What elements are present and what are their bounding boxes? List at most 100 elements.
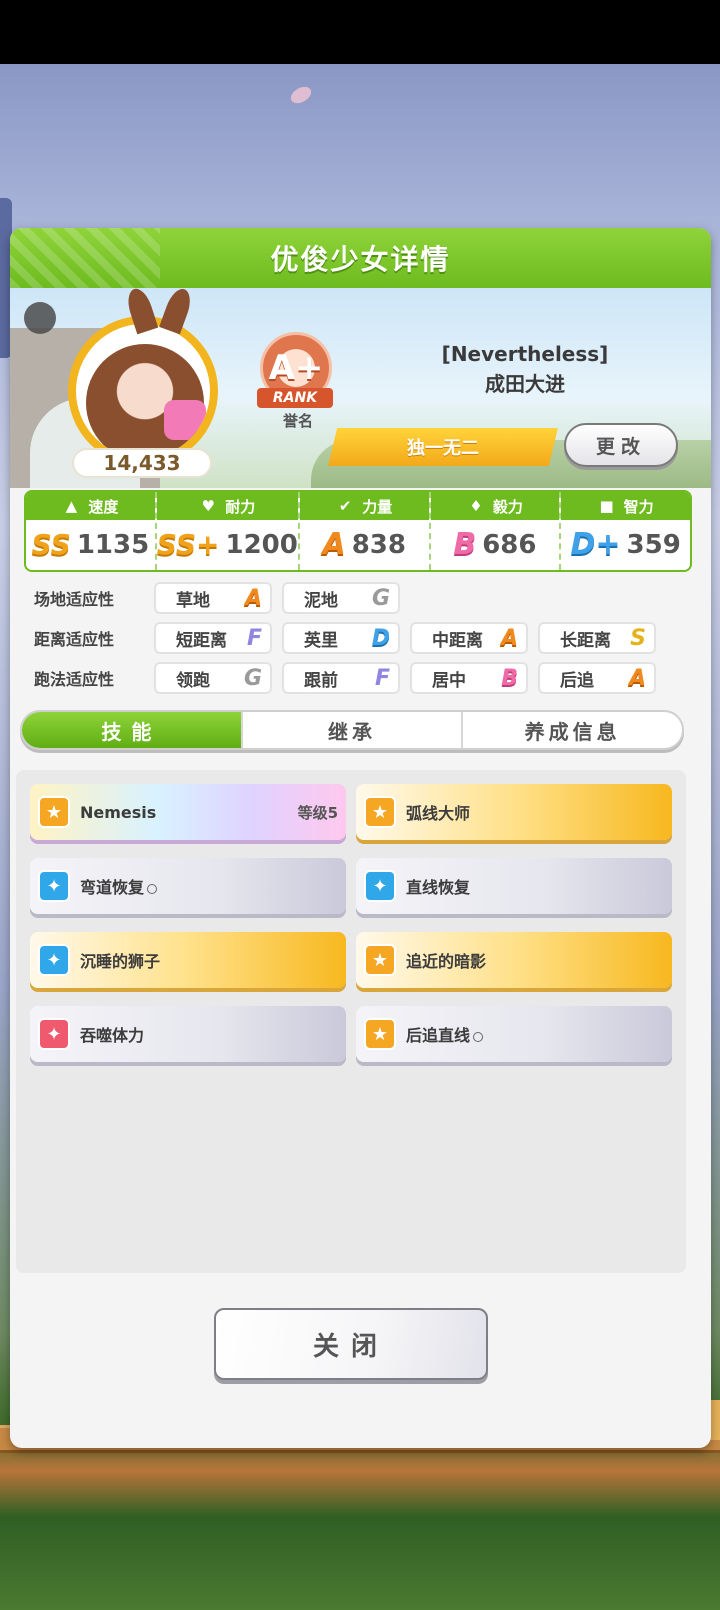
circle-mark-icon	[147, 883, 158, 894]
stat-speed: ▲ 速度 SS 1135	[26, 492, 157, 570]
aptitude-label: 距离适应性	[34, 630, 115, 649]
skill-item[interactable]: ✦ 直线恢复	[356, 858, 672, 914]
skill-name: 沉睡的狮子	[80, 952, 161, 971]
stat-grade: D+	[570, 527, 621, 562]
skill-name: 后追直线	[406, 1022, 664, 1046]
stat-grade: A	[322, 527, 346, 562]
skill-name: Nemesis	[80, 802, 157, 822]
tab-skills[interactable]: 技能	[22, 712, 241, 748]
stat-value: 359	[626, 530, 681, 560]
speed-skill-icon: ★	[38, 796, 70, 828]
skill-item[interactable]: ★ 追近的暗影	[356, 932, 672, 988]
skill-name: 弯道恢复	[80, 874, 338, 898]
stat-label: 耐力	[225, 497, 256, 516]
skill-name: 弧线大师	[406, 804, 471, 823]
detail-tabs: 技能 继承 养成信息	[20, 710, 684, 750]
dialog-title: 优俊少女详情	[270, 243, 451, 276]
aptitude-name: 跟前	[304, 670, 338, 691]
shoe-icon: ▲	[65, 497, 78, 515]
stat-label: 速度	[88, 497, 119, 516]
tab-training-info[interactable]: 养成信息	[461, 712, 682, 748]
circle-mark-icon	[473, 1031, 484, 1042]
recovery-skill-icon: ✦	[364, 870, 396, 902]
speed-skill-icon: ★	[364, 944, 396, 976]
speed-skill-icon: ★	[364, 796, 396, 828]
aptitude-grade: F	[374, 665, 390, 691]
stat-header: ♦ 毅力	[430, 492, 560, 520]
carrot-icon	[24, 302, 56, 334]
speed-skill-icon: ★	[364, 1018, 396, 1050]
skill-item[interactable]: ✦ 吞噬体力	[30, 1006, 346, 1062]
close-button[interactable]: 关闭	[214, 1308, 488, 1380]
stat-header: ■ 智力	[561, 492, 690, 520]
flame-icon: ♦	[469, 497, 483, 515]
stat-label: 力量	[362, 497, 393, 516]
petal-decoration	[287, 83, 315, 107]
aptitude-row-strategy: 跑法适应性 领跑 G 跟前 F 居中 B 后追 A	[34, 662, 666, 694]
aptitude-grade: A	[500, 625, 518, 651]
stat-grade: B	[453, 527, 477, 562]
aptitude-name: 中距离	[432, 630, 483, 651]
trainee-detail-dialog: 优俊少女详情 14,433 A+ RANK 誉名 [Nevertheless] …	[10, 228, 711, 1448]
header-pattern	[10, 228, 160, 288]
aptitude-cell: 泥地 G	[282, 582, 400, 614]
aptitude-cell: 领跑 G	[154, 662, 272, 694]
skill-item[interactable]: ✦ 弯道恢复	[30, 858, 346, 914]
dialog-header: 优俊少女详情	[10, 228, 711, 288]
skill-item[interactable]: ★ 弧线大师	[356, 784, 672, 840]
trainee-name: 成田大进	[485, 372, 565, 396]
stat-header: ♥ 耐力	[156, 492, 298, 520]
avatar[interactable]	[68, 316, 218, 466]
graduation-cap-icon: ■	[599, 497, 614, 515]
change-title-button[interactable]: 更改	[564, 423, 678, 467]
aptitude-cell: 跟前 F	[282, 662, 400, 694]
stat-body: A 838	[300, 520, 429, 570]
fan-count: 14,433	[72, 448, 212, 478]
rank-grade: A+	[268, 348, 324, 388]
skill-name-text: 弯道恢复	[80, 878, 145, 897]
aptitude-grade: B	[501, 665, 518, 691]
stat-wisdom: ■ 智力 D+ 359	[561, 492, 690, 570]
tab-inheritance[interactable]: 继承	[240, 712, 462, 748]
stat-label: 智力	[623, 497, 654, 516]
skill-item[interactable]: ★ 后追直线	[356, 1006, 672, 1062]
aptitude-grade: A	[244, 585, 262, 611]
aptitude-name: 英里	[304, 630, 338, 651]
aptitude-name: 草地	[176, 590, 210, 611]
profile-section: 14,433 A+ RANK 誉名 [Nevertheless] 成田大进 独一…	[10, 285, 711, 488]
stat-label: 毅力	[492, 497, 523, 516]
aptitude-grade: G	[243, 665, 262, 691]
aptitude-grade: D	[371, 625, 390, 651]
aptitude-grade: S	[630, 625, 646, 651]
horse-ears	[122, 285, 202, 336]
stat-body: D+ 359	[561, 520, 690, 570]
skill-name-text: 后追直线	[406, 1026, 471, 1045]
status-bar	[0, 0, 720, 64]
stat-grade: SS	[31, 528, 71, 561]
stat-header: ✔ 力量	[299, 492, 429, 520]
aptitude-cell: 草地 A	[154, 582, 272, 614]
aptitude-name: 长距离	[560, 630, 611, 651]
debuff-skill-icon: ✦	[38, 1018, 70, 1050]
aptitude-cell: 居中 B	[410, 662, 528, 694]
skill-name: 追近的暗影	[406, 952, 487, 971]
stat-body: SS 1135	[26, 520, 155, 570]
skill-item[interactable]: ✦ 沉睡的狮子	[30, 932, 346, 988]
title-banner: 独一无二	[328, 428, 558, 466]
epithet: [Nevertheless]	[441, 342, 609, 366]
stat-body: B 686	[431, 520, 560, 570]
stat-value: 1135	[76, 530, 150, 560]
aptitude-grade: G	[371, 585, 390, 611]
recovery-skill-icon: ✦	[38, 944, 70, 976]
aptitude-name: 短距离	[176, 630, 227, 651]
stat-header: ▲ 速度	[26, 492, 155, 520]
aptitude-name: 领跑	[176, 670, 210, 691]
skill-item[interactable]: ★ Nemesis 等级5	[30, 784, 346, 840]
aptitude-name: 居中	[432, 670, 466, 691]
aptitude-grade: F	[246, 625, 262, 651]
stat-guts: ♦ 毅力 B 686	[430, 492, 562, 570]
aptitude-cell: 后追 A	[538, 662, 656, 694]
heart-icon: ♥	[201, 497, 215, 515]
aptitude-grade: A	[628, 665, 646, 691]
aptitude-cell: 短距离 F	[154, 622, 272, 654]
